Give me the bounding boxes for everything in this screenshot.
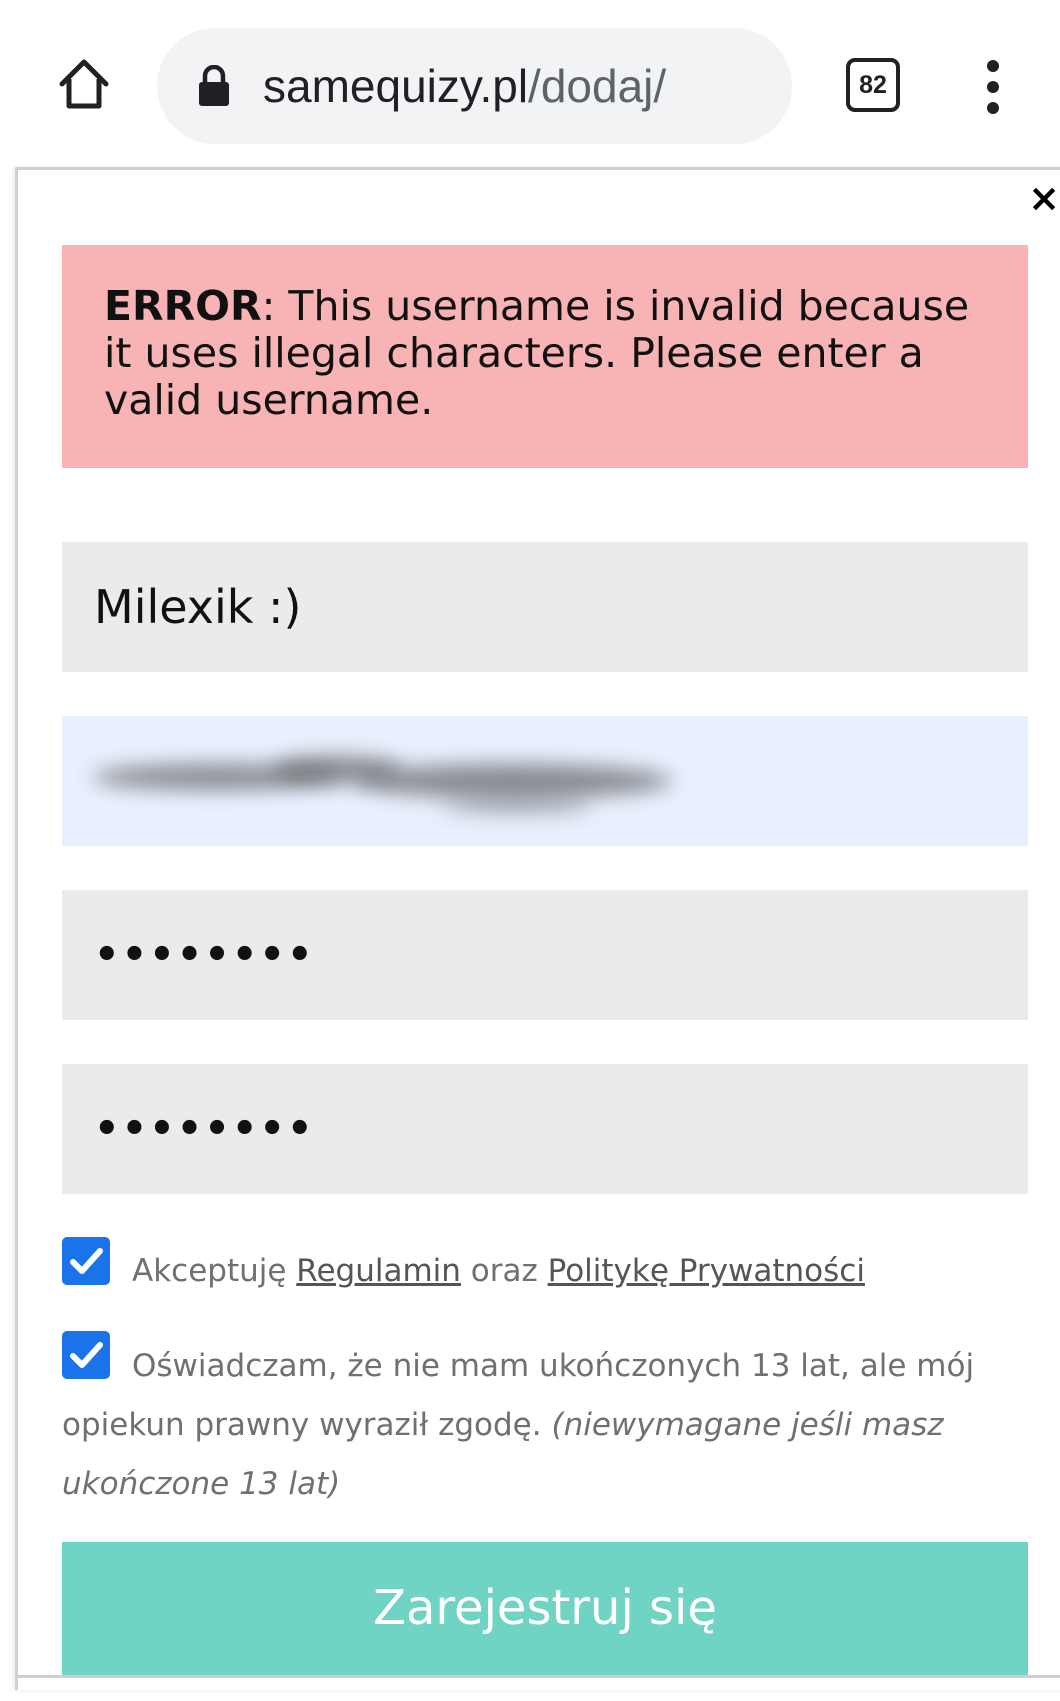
privacy-policy-link[interactable]: Politykę Prywatności — [548, 1253, 865, 1289]
home-icon[interactable] — [56, 56, 112, 112]
password-confirm-input[interactable]: •••••••• — [62, 1064, 1028, 1194]
lock-icon — [197, 64, 231, 107]
panel-bottom-border — [15, 1675, 1060, 1678]
tab-count: 82 — [846, 58, 900, 112]
terms-consent-label: Akceptuję Regulamin oraz Politykę Prywat… — [132, 1250, 865, 1292]
email-input[interactable] — [62, 716, 1028, 846]
tabs-icon[interactable]: 82 — [846, 58, 900, 112]
terms-checkbox[interactable] — [62, 1237, 110, 1285]
register-button[interactable]: Zarejestruj się — [62, 1542, 1028, 1675]
error-message: ERROR: This username is invalid because … — [62, 245, 1028, 468]
redacted-blur — [442, 796, 592, 814]
password-input[interactable]: •••••••• — [62, 890, 1028, 1020]
url-path: /dodaj/ — [528, 60, 667, 112]
browser-toolbar: samequizy.pl/dodaj/ 82 — [0, 0, 1060, 170]
url-text: samequizy.pl/dodaj/ — [263, 56, 666, 116]
error-prefix: ERROR — [104, 282, 262, 330]
more-vert-icon[interactable] — [976, 60, 1010, 114]
terms-link[interactable]: Regulamin — [296, 1253, 461, 1289]
checkmark-icon — [70, 1248, 103, 1274]
redacted-blur — [352, 764, 672, 798]
terms-text-before: Akceptuję — [132, 1253, 297, 1289]
close-icon[interactable]: × — [1027, 179, 1060, 217]
terms-text-middle: oraz — [460, 1253, 548, 1289]
url-host: samequizy.pl — [263, 60, 529, 112]
address-bar[interactable]: samequizy.pl/dodaj/ — [157, 28, 792, 144]
username-input[interactable]: Milexik :) — [62, 542, 1028, 672]
age-consent-label: Oświadczam, że nie mam ukończonych 13 la… — [62, 1337, 1022, 1514]
